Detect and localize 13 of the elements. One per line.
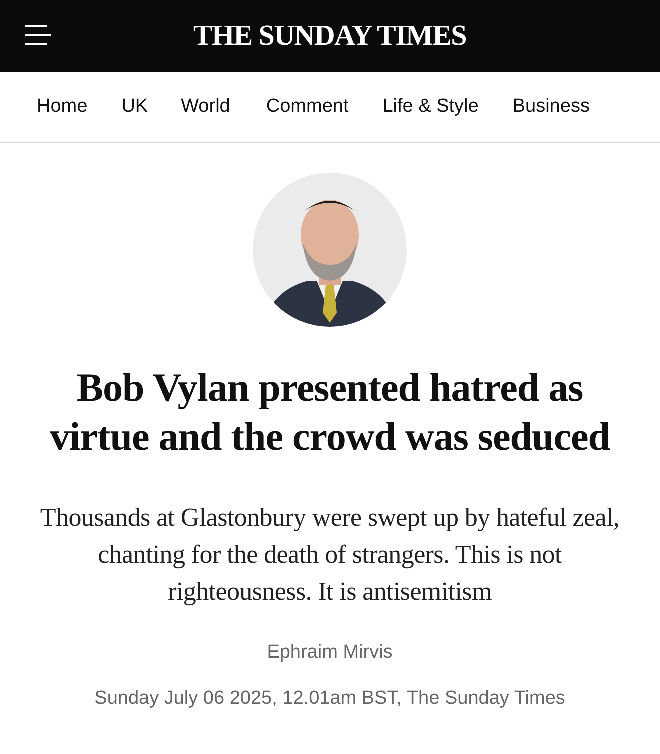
site-logo[interactable]: THE SUNDAY TIMES bbox=[194, 20, 466, 52]
nav-link[interactable]: Comment bbox=[266, 96, 349, 118]
nav-link[interactable]: Home bbox=[37, 96, 88, 118]
dateline: Sunday July 06 2025, 12.01am BST, The Sunday Times bbox=[94, 688, 566, 710]
nav-link[interactable]: World bbox=[181, 96, 230, 118]
nav-link[interactable]: Business bbox=[512, 96, 590, 118]
nav-link[interactable]: Life & Style bbox=[382, 96, 479, 118]
standfirst: Thousands at Glastonbury were swept up by hateful zeal, chanting for the death of strangers. This is not righteousness. It is antisemitism bbox=[40, 502, 620, 608]
nav-link[interactable]: UK bbox=[122, 96, 148, 118]
menu-button[interactable] bbox=[24, 22, 52, 48]
author-name: Ephraim Mirvis bbox=[267, 642, 393, 664]
headline: Bob Vylan presented hatred as virtue and the crowd was seduced bbox=[49, 364, 611, 461]
menu-icon bbox=[24, 22, 52, 48]
